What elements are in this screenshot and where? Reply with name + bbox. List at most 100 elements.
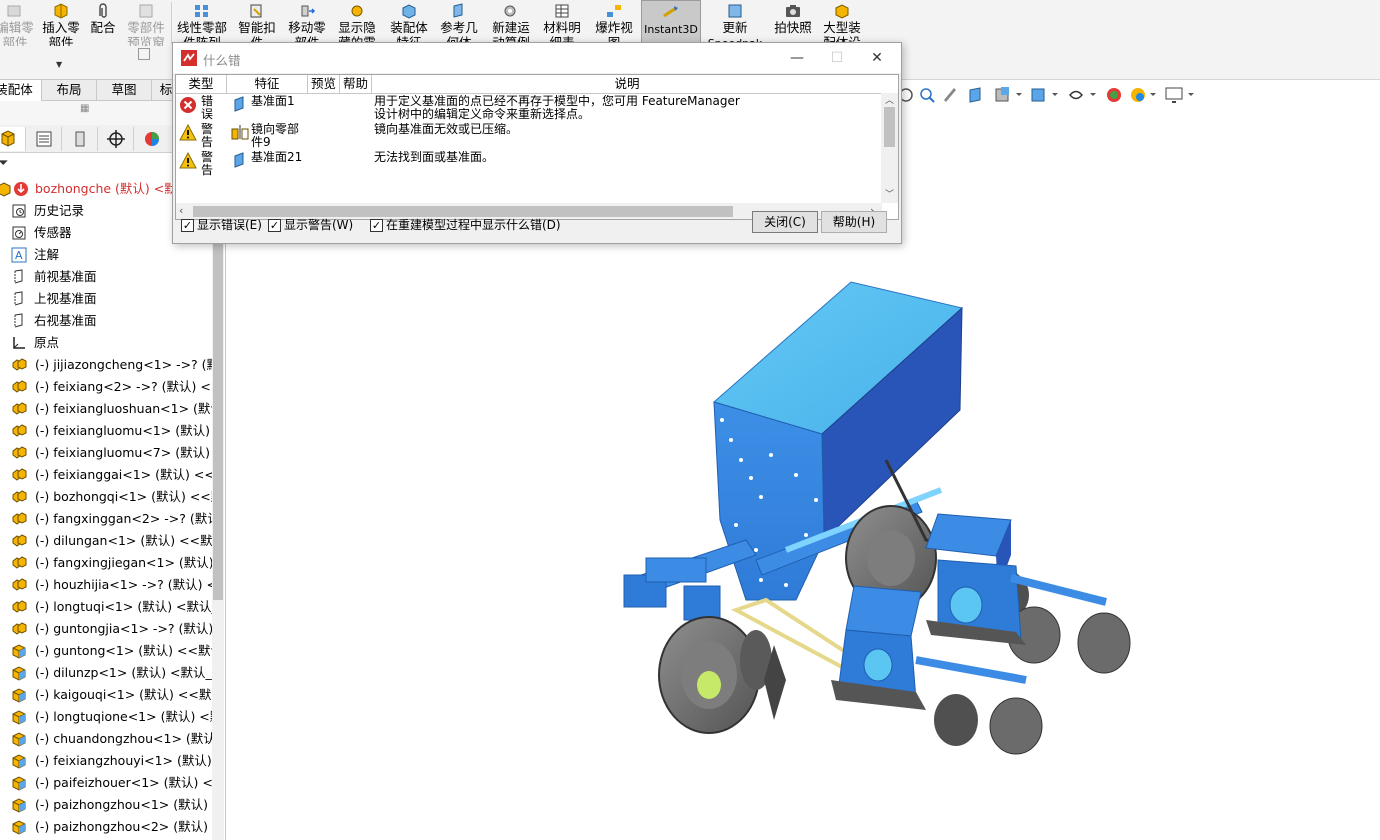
row-type-label: 警告 — [201, 151, 214, 177]
warning-icon — [179, 152, 197, 169]
row-type-label: 警告 — [201, 123, 214, 149]
tree-item[interactable]: (-) kaigouqi<1> (默认) <<默认 — [0, 684, 212, 706]
tree-item[interactable]: (-) feixianggai<1> (默认) <<默 — [0, 464, 212, 486]
tree-item[interactable]: (-) guntongjia<1> ->? (默认) < — [0, 618, 212, 640]
dimxpert-manager-tab[interactable] — [98, 127, 134, 151]
tree-item[interactable]: (-) houzhijia<1> ->? (默认) << — [0, 574, 212, 596]
motion-study-icon — [504, 5, 516, 17]
tree-item[interactable]: (-) fangxingjiegan<1> (默认) < — [0, 552, 212, 574]
insert-component-button[interactable]: 插入零 部件 — [38, 0, 84, 46]
mate-button[interactable]: 配合 — [86, 0, 120, 46]
assembly-icon — [12, 424, 27, 437]
tree-item[interactable]: (-) fangxinggan<2> ->? (默认) — [0, 508, 212, 530]
reference-geometry-button[interactable]: 参考几 何体 — [436, 0, 482, 46]
appearance-ball-icon — [145, 132, 159, 146]
table-row[interactable]: 警告 基准面21 无法找到面或基准面。 — [176, 151, 882, 179]
paperclip-icon — [99, 3, 107, 18]
tree-item[interactable]: (-) guntong<1> (默认) <<默认 — [0, 640, 212, 662]
instant3d-button[interactable]: Instant3D — [641, 0, 701, 44]
configuration-manager-tab[interactable] — [62, 127, 98, 151]
plane-icon — [14, 291, 23, 306]
show-hidden-components-button[interactable]: 显示隐 藏的零 — [334, 0, 380, 46]
vertical-scrollbar-thumb[interactable] — [884, 107, 895, 147]
minimize-icon: — — [790, 50, 804, 66]
chevron-down-icon[interactable]: ﹀ — [885, 187, 894, 200]
tree-item[interactable]: (-) jijiazongcheng<1> ->? (默认 — [0, 354, 212, 376]
assembly-icon — [12, 622, 27, 635]
tree-item[interactable]: (-) feixiangzhouyi<1> (默认) < — [0, 750, 212, 772]
tree-item[interactable]: (-) feixiangluomu<1> (默认) < — [0, 420, 212, 442]
tree-item[interactable]: (-) dilunzp<1> (默认) <默认_显 — [0, 662, 212, 684]
tree-item-label: (-) paizhongzhou<1> (默认) < — [35, 797, 212, 812]
column-header-preview[interactable]: 预览 — [308, 75, 340, 94]
tree-item[interactable]: (-) chuandongzhou<1> (默认) < — [0, 728, 212, 750]
exploded-view-button[interactable]: 爆炸视图 — [590, 0, 638, 46]
tree-item[interactable]: (-) feixiangluomu<7> (默认) < — [0, 442, 212, 464]
tree-item-label: (-) guntong<1> (默认) <<默认 — [35, 643, 212, 658]
chevron-left-icon[interactable]: ‹ — [179, 204, 183, 217]
assembly-icon — [0, 182, 11, 197]
move-component-button[interactable]: 移动零 部件 — [284, 0, 330, 46]
tree-item[interactable]: (-) bozhongqi<1> (默认) <<默 — [0, 486, 212, 508]
help-button[interactable]: 帮助(H) — [821, 211, 887, 233]
tree-item[interactable]: 原点 — [0, 332, 212, 354]
part-icon — [12, 820, 26, 835]
tree-item[interactable]: (-) dilungan<1> (默认) <<默认 — [0, 530, 212, 552]
tree-item[interactable]: 右视基准面 — [0, 310, 212, 332]
table-row[interactable]: 警告 镜向零部件9 镜向基准面无效或已压缩。 — [176, 123, 882, 151]
smart-fastener-button[interactable]: 智能扣件 — [234, 0, 280, 46]
sensor-icon — [12, 226, 26, 240]
tree-item[interactable]: A 注解 — [0, 244, 212, 266]
tree-item[interactable]: (-) paizhongzhou<2> (默认) < — [0, 816, 212, 838]
display-manager-tab[interactable] — [134, 127, 170, 151]
table-row[interactable]: 错误 基准面1 用于定义基准面的点已经不再存于模型中，您可用 FeatureMa… — [176, 95, 882, 123]
view-toolbar-icons[interactable] — [898, 84, 1238, 106]
dialog-title: 什么错 — [203, 53, 241, 68]
column-header-feature[interactable]: 特征 — [227, 75, 308, 94]
part-icon — [12, 732, 26, 747]
filter-icon[interactable]: ⏷ — [0, 156, 8, 171]
table-vertical-scrollbar[interactable]: ︿ ﹀ — [881, 93, 898, 203]
preview-window-icon — [139, 4, 153, 18]
tree-item[interactable]: (-) paizhongzhou<1> (默认) < — [0, 794, 212, 816]
tab-sketch[interactable]: 草图 — [96, 79, 152, 101]
tree-item[interactable]: 前视基准面 — [0, 266, 212, 288]
property-manager-tab[interactable] — [26, 127, 62, 151]
tree-item[interactable]: (-) paifeizhouer<1> (默认) <默 — [0, 772, 212, 794]
column-header-type[interactable]: 类型 — [176, 75, 227, 94]
new-motion-study-button[interactable]: 新建运 动算例 — [488, 0, 534, 46]
tree-item-label: 右视基准面 — [34, 313, 97, 328]
component-preview-button[interactable]: 零部件 预览窗 — [124, 0, 168, 46]
column-header-description[interactable]: 说明 — [372, 75, 882, 94]
minimize-button[interactable]: — — [777, 43, 817, 73]
edit-component-button[interactable]: 编辑零 部件 — [0, 0, 36, 46]
bill-of-materials-button[interactable]: 材料明 细表 — [538, 0, 586, 46]
preview-pane-toggle[interactable] — [138, 48, 150, 60]
tree-item[interactable]: (-) feixiang<2> ->? (默认) <<默 — [0, 376, 212, 398]
tree-item[interactable]: (-) longtuqione<1> (默认) <默 — [0, 706, 212, 728]
dialog-titlebar[interactable]: 什么错 — ☐ ✕ — [173, 43, 901, 73]
large-assembly-settings-button[interactable]: 大型装 配体设 — [818, 0, 866, 46]
update-speedpak-button[interactable]: 更新Speedpak — [706, 0, 764, 46]
close-button[interactable]: 关闭(C) — [752, 211, 818, 233]
column-header-help[interactable]: 帮助 — [340, 75, 372, 94]
tab-assembly[interactable]: 装配体 — [0, 79, 42, 101]
linear-pattern-button[interactable]: 线性零部 件阵列 — [174, 0, 230, 46]
tree-item[interactable]: (-) feixiangluoshuan<1> (默认) — [0, 398, 212, 420]
tree-item[interactable]: 上视基准面 — [0, 288, 212, 310]
take-snapshot-button[interactable]: 拍快照 — [770, 0, 816, 46]
chevron-up-icon[interactable]: ︿ — [885, 93, 894, 106]
tree-item[interactable]: (-) longtuqi<1> (默认) <默认_显 — [0, 596, 212, 618]
assembly-features-button[interactable]: 装配体 特征 — [386, 0, 432, 46]
horizontal-scrollbar-thumb[interactable] — [193, 206, 733, 217]
tab-layout[interactable]: 布局 — [41, 79, 97, 101]
close-window-button[interactable]: ✕ — [857, 43, 897, 73]
tree-scrollbar-thumb[interactable] — [213, 182, 223, 600]
tree-scrollbar[interactable]: ▲ — [212, 174, 224, 840]
maximize-button[interactable]: ☐ — [817, 43, 857, 73]
insert-component-dropdown-icon[interactable]: ▼ — [56, 60, 62, 69]
close-icon: ✕ — [871, 50, 883, 66]
panel-grip-icon[interactable]: ▦ — [80, 103, 89, 114]
annotation-icon: A — [11, 247, 27, 263]
feature-manager-tab[interactable] — [0, 127, 26, 151]
